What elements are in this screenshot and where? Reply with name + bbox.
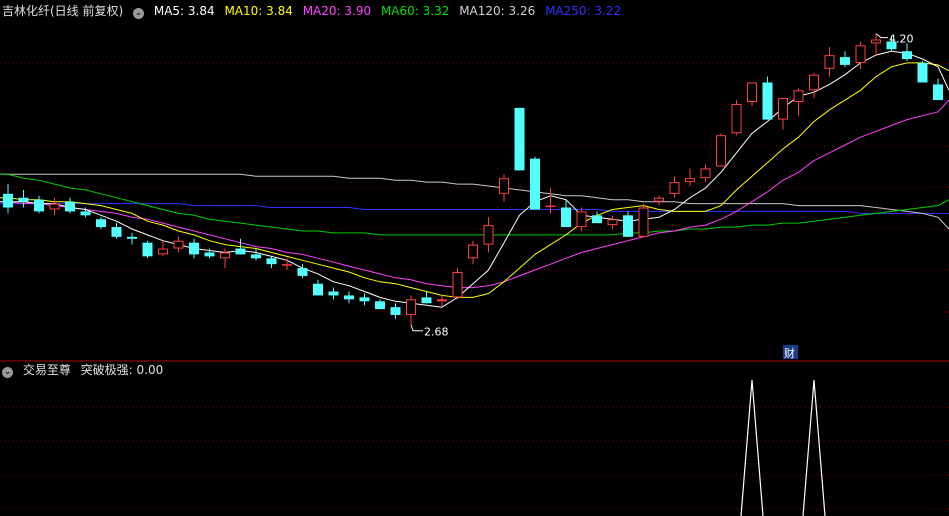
candle-body (173, 240, 184, 249)
ma5-label: MA5: 3.84 (153, 4, 215, 18)
chevron-down-icon[interactable]: ⌄ (2, 367, 13, 378)
candle-body (344, 295, 354, 300)
candle-body (375, 301, 385, 310)
ma10-label: MA10: 3.84 (224, 4, 293, 18)
indicator-name: 交易至尊 (22, 363, 71, 377)
candle-body (654, 197, 664, 202)
candle-body (809, 74, 819, 91)
candle-body (142, 242, 153, 257)
candle-body (483, 225, 494, 245)
candle-body (80, 211, 91, 216)
candle-body (700, 168, 711, 179)
ma60-label: MA60: 3.32 (380, 4, 450, 18)
candle-body (638, 207, 649, 237)
chart-header: 吉林化纤(日线 前复权) ⌄ MA5: 3.84 MA10: 3.84 MA20… (2, 3, 627, 19)
high-label: 4.20 (889, 33, 914, 46)
ma250-label: MA250: 3.22 (545, 4, 622, 18)
ma120-line (0, 173, 949, 230)
candle-body (158, 248, 168, 255)
finance-marker: 财 (784, 346, 795, 360)
ma60-line (0, 173, 949, 236)
signal-spike (740, 379, 764, 516)
stock-chart-window: { "header": { "stock_title": "吉林化纤(日线 前复… (0, 0, 949, 516)
candle-body (778, 98, 788, 120)
indicator-value: 突破极强: 0.00 (80, 363, 164, 377)
candle-body (421, 297, 432, 304)
candle-body (731, 103, 742, 134)
ma120-label: MA120: 3.26 (459, 4, 536, 18)
ma10-line (0, 62, 949, 298)
candle-body (3, 193, 13, 208)
candle-body (499, 178, 509, 194)
candle-body (65, 201, 75, 212)
candle-body (437, 299, 447, 302)
candle-body (127, 236, 137, 239)
chevron-down-icon[interactable]: ⌄ (133, 8, 145, 19)
candle-body (189, 242, 199, 255)
candle-body (282, 264, 292, 266)
candle-body (824, 55, 835, 69)
ma20-label: MA20: 3.90 (302, 4, 372, 18)
candle-body (917, 62, 928, 83)
candle-body (359, 297, 370, 302)
candle-body (49, 203, 60, 210)
candle-body (468, 244, 478, 259)
price-chart: 4.20 2.68 财 (0, 33, 949, 516)
candle-body (576, 211, 587, 228)
candle-body (34, 199, 44, 212)
candle-body (669, 182, 680, 194)
candle-body (561, 207, 571, 228)
candle-body (902, 51, 912, 60)
candle-body (855, 45, 866, 63)
candle-body (514, 107, 525, 171)
candle-body (297, 268, 308, 276)
candle-body (220, 252, 230, 259)
high-pointer (875, 33, 888, 39)
candle-body (251, 254, 261, 259)
candle-body (747, 82, 757, 103)
candle-body (204, 252, 215, 257)
candle-body (716, 135, 726, 167)
candle-body (313, 283, 323, 296)
candle-body (762, 82, 773, 120)
candle-body (266, 258, 277, 265)
candle-body (592, 215, 602, 224)
indicator-header: ⌄ 交易至尊 突破极强: 0.00 (2, 362, 169, 378)
candle-body (623, 215, 633, 237)
candle-body (111, 227, 122, 237)
candle-body (793, 90, 804, 103)
candle-body (840, 57, 850, 65)
candle-body (96, 219, 106, 228)
signal-spike (802, 379, 826, 516)
candle-body (530, 158, 540, 210)
candle-body (18, 197, 29, 202)
candle-body (871, 39, 881, 44)
candle-body (452, 271, 463, 298)
ma20-line (0, 99, 949, 289)
candle-body (545, 205, 556, 208)
ma250-line (0, 203, 949, 214)
low-pointer (410, 324, 423, 332)
candle-body (933, 84, 943, 101)
candle-body (406, 299, 416, 315)
candle-body (607, 219, 618, 226)
candle-body (328, 291, 339, 296)
low-label: 2.68 (424, 326, 449, 339)
candle-body (235, 248, 246, 255)
stock-title: 吉林化纤(日线 前复权) (2, 4, 124, 18)
candle-body (390, 307, 401, 315)
candle-body (685, 178, 695, 183)
ma5-line (0, 50, 949, 308)
